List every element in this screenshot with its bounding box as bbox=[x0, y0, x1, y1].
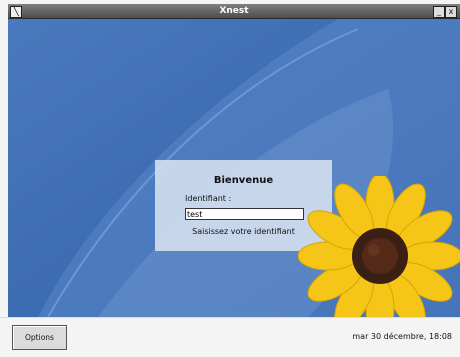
title-bar[interactable]: ╲ Xnest _ x bbox=[8, 4, 460, 19]
window-title: Xnest bbox=[219, 6, 249, 16]
bottom-bar: Options mar 30 décembre, 18:08 bbox=[0, 317, 460, 357]
username-label: Identifiant : bbox=[185, 194, 232, 203]
login-background: Bienvenue Identifiant : Saisissez votre … bbox=[8, 19, 460, 317]
options-button[interactable]: Options bbox=[12, 325, 67, 350]
login-panel: Bienvenue Identifiant : Saisissez votre … bbox=[155, 160, 332, 251]
minimize-button[interactable]: _ bbox=[433, 6, 445, 18]
login-hint: Saisissez votre identifiant bbox=[192, 227, 295, 236]
close-button[interactable]: x bbox=[445, 6, 457, 18]
date-time: mar 30 décembre, 18:08 bbox=[352, 332, 452, 341]
welcome-heading: Bienvenue bbox=[213, 175, 274, 186]
xnest-window: ╲ Xnest _ x Bienvenue Identifiant : Sais… bbox=[0, 0, 460, 357]
username-input[interactable] bbox=[185, 208, 304, 220]
